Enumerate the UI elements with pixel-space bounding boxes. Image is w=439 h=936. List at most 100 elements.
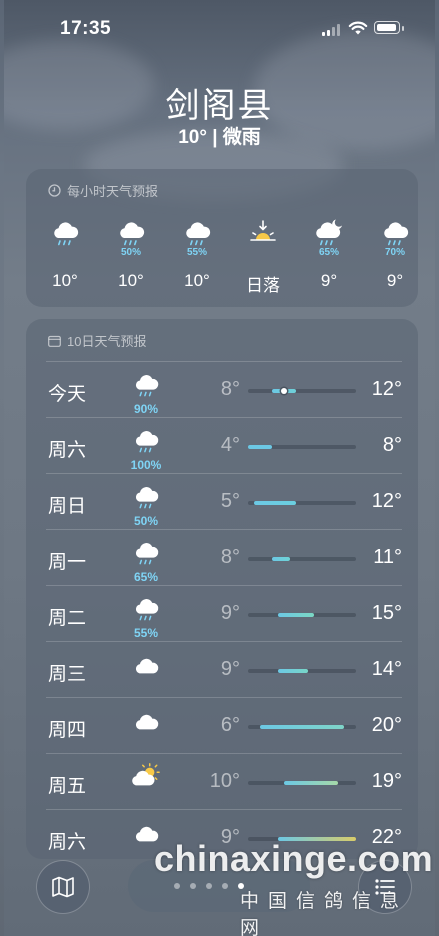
rain-cloud-icon — [40, 217, 90, 247]
daily-day: 周日 — [48, 496, 87, 517]
temp-range-bar — [278, 613, 314, 617]
daily-low: 9° — [220, 658, 240, 680]
page-dot[interactable] — [174, 883, 180, 889]
daily-high: 19° — [371, 770, 402, 792]
daily-row[interactable]: 周日 50% 5° 12° — [46, 473, 402, 530]
temp-range-track — [248, 445, 356, 449]
daily-precip — [128, 739, 164, 751]
daily-precip: 100% — [130, 458, 162, 472]
hourly-temp: 日落 — [246, 276, 280, 295]
daily-high: 11° — [373, 546, 402, 568]
daily-row[interactable]: 周五 10° 19° — [46, 753, 402, 810]
calendar-icon — [48, 335, 61, 347]
hourly-item: 50% 10° — [106, 217, 156, 291]
daily-day: 周二 — [48, 608, 87, 629]
status-time: 17:35 — [60, 18, 112, 39]
temp-range-bar — [260, 725, 344, 729]
hourly-item: 10° — [40, 217, 90, 291]
temp-range-bar — [278, 669, 308, 673]
daily-high: 20° — [371, 714, 402, 736]
hourly-item: 日落 — [238, 217, 288, 296]
hourly-precip — [238, 247, 288, 259]
daily-row[interactable]: 周一 65% 8° 11° — [46, 529, 402, 586]
daily-low: 5° — [220, 490, 240, 512]
daily-day: 周五 — [48, 776, 87, 797]
night-rain-icon — [304, 217, 354, 247]
daily-day: 周一 — [48, 552, 87, 573]
hourly-title: 每小时天气预报 — [67, 184, 159, 199]
daily-precip — [128, 683, 164, 695]
rain-cloud-icon — [106, 217, 156, 247]
hourly-precip: 55% — [186, 247, 207, 258]
daily-precip: 55% — [133, 626, 159, 640]
daily-high: 12° — [371, 490, 402, 512]
daily-precip: 65% — [133, 570, 159, 584]
hourly-temp: 9° — [386, 271, 404, 290]
daily-forecast-card[interactable]: 10日天气预报 今天 90% 8° 12° 周六 100% 4° 8° 周日 50% 5° 12° 周一… — [26, 319, 418, 859]
current-condition: 10° | 微雨 — [178, 127, 261, 148]
hourly-forecast-card[interactable]: 每小时天气预报 10° 50% 10° 55% 10° 日落 65% 9° 70% 9° — [26, 169, 418, 307]
daily-high: 15° — [371, 602, 402, 624]
daily-precip — [128, 795, 164, 807]
page-dot[interactable] — [222, 883, 228, 889]
temp-range-bar — [254, 501, 296, 505]
hourly-precip — [40, 247, 90, 259]
rain-cloud-icon: 90% — [128, 370, 164, 415]
rain-cloud-icon — [172, 217, 222, 247]
daily-low: 8° — [220, 546, 240, 568]
rain-cloud-icon: 65% — [128, 538, 164, 583]
page-dot[interactable] — [206, 883, 212, 889]
rain-cloud-icon: 55% — [128, 594, 164, 639]
watermark-brand: chinaxinge.com — [154, 838, 434, 879]
rain-cloud-icon: 100% — [128, 426, 164, 471]
temp-range-track — [248, 557, 356, 561]
daily-row[interactable]: 周三 9° 14° — [46, 641, 402, 698]
rain-cloud-icon: 50% — [128, 482, 164, 527]
temp-range-track — [248, 501, 356, 505]
temp-range-track — [248, 388, 356, 394]
hourly-precip: 70% — [384, 247, 405, 258]
daily-row[interactable]: 周六 100% 4° 8° — [46, 417, 402, 474]
hourly-precip: 50% — [120, 247, 141, 258]
daily-row[interactable]: 周四 6° 20° — [46, 697, 402, 754]
daily-low: 10° — [209, 770, 240, 792]
weather-app-screen: 17:35 剑阁县 10° | 微雨 每小时天气预报 10° 50% 10° 55% 1… — [4, 0, 435, 936]
daily-precip: 50% — [133, 514, 159, 528]
hourly-item: 70% 9° — [370, 217, 418, 291]
daily-title: 10日天气预报 — [67, 334, 147, 349]
daily-low: 6° — [220, 714, 240, 736]
map-icon — [52, 876, 74, 898]
daily-precip: 90% — [133, 402, 159, 416]
cloud-icon — [128, 706, 164, 751]
hourly-header: 每小时天气预报 — [48, 181, 158, 200]
temp-range-bar — [272, 557, 290, 561]
daily-day: 周四 — [48, 720, 87, 741]
daily-low: 9° — [220, 602, 240, 624]
daily-row[interactable]: 今天 90% 8° 12° — [46, 361, 402, 418]
temp-range-bar — [284, 781, 338, 785]
temp-range-track — [248, 613, 356, 617]
hourly-temp: 10° — [184, 271, 210, 290]
clock-icon — [48, 184, 61, 197]
temp-range-track — [248, 669, 356, 673]
page-dot[interactable] — [190, 883, 196, 889]
map-button[interactable] — [36, 860, 90, 914]
hourly-precip: 65% — [318, 247, 339, 258]
daily-day: 周六 — [48, 440, 87, 461]
status-bar: 17:35 — [4, 14, 435, 44]
hourly-temp: 10° — [118, 271, 144, 290]
daily-header: 10日天气预报 — [48, 331, 146, 350]
daily-low: 8° — [220, 378, 240, 400]
wifi-icon — [348, 21, 368, 35]
temp-range-bar — [248, 445, 272, 449]
daily-row[interactable]: 周二 55% 9° 15° — [46, 585, 402, 642]
daily-day: 今天 — [48, 384, 87, 405]
cellular-signal-icon — [322, 24, 342, 36]
daily-high: 14° — [371, 658, 402, 680]
battery-tip — [402, 26, 404, 31]
temp-range-track — [248, 781, 356, 785]
city-name: 剑阁县 — [165, 87, 274, 125]
sunset-icon — [238, 217, 288, 247]
hourly-temp: 9° — [320, 271, 338, 290]
daily-high: 12° — [371, 378, 402, 400]
